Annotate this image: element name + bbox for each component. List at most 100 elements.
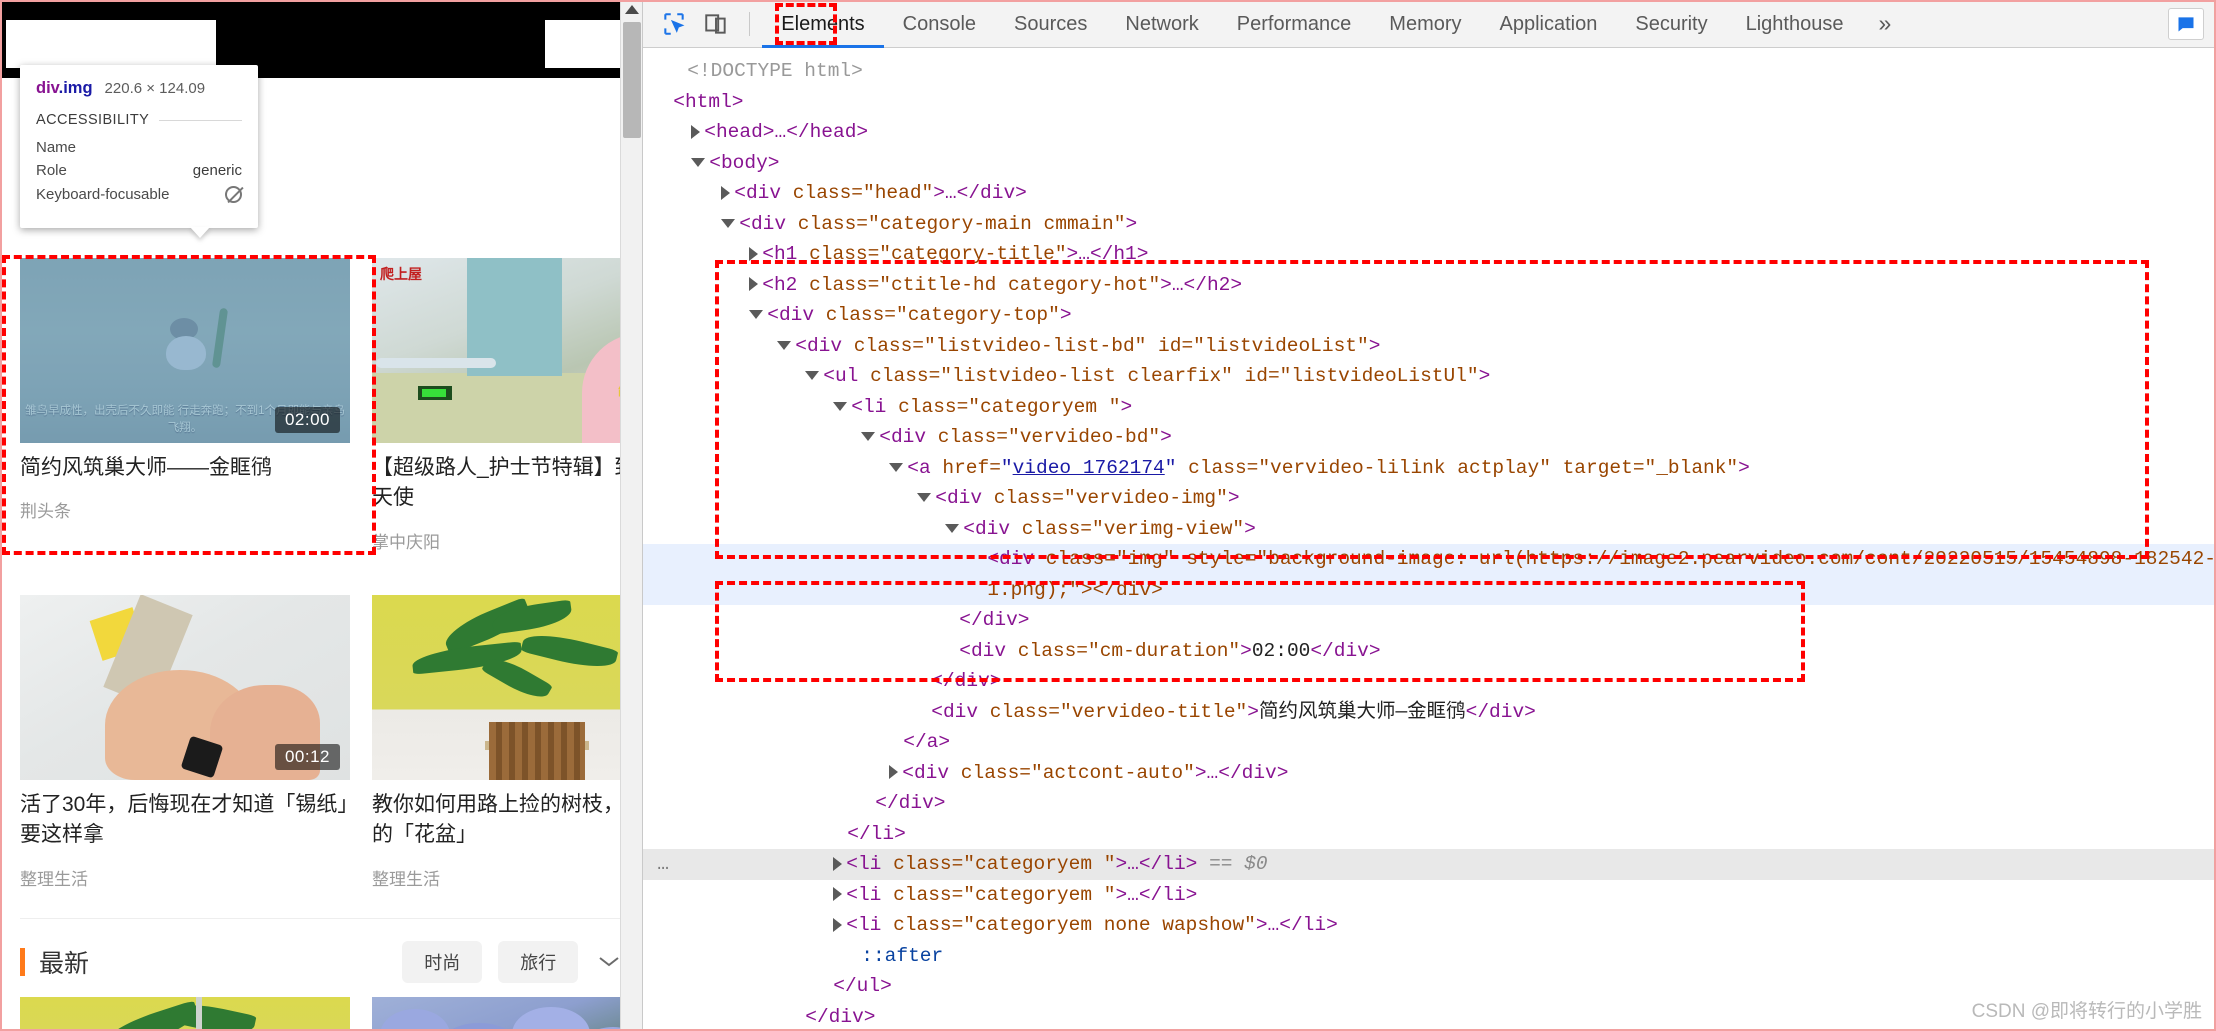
devtools-toolbar: Elements Console Sources Network Perform… xyxy=(643,0,2216,48)
video-source[interactable]: 整理生活 xyxy=(20,865,350,890)
video-card[interactable]: 爬上屋 能够事事 02:25 【超级路人_护士节特辑】致敬白衣天使 掌中庆阳 xyxy=(372,258,643,553)
video-card[interactable]: 00:12 活了30年，后悔现在才知道「锡纸」要这样拿 整理生活 xyxy=(20,594,350,890)
video-card[interactable]: 云旭 xyxy=(372,996,643,1031)
video-thumbnail[interactable]: 爬上屋 能够事事 02:25 xyxy=(372,258,643,443)
collapse-arrow-icon[interactable] xyxy=(721,218,736,228)
scrollbar-thumb[interactable] xyxy=(623,22,642,138)
collapse-arrow-icon[interactable] xyxy=(945,523,960,533)
video-thumbnail[interactable]: 00:25 xyxy=(372,594,643,780)
video-card[interactable]: 雏鸟早成性，出壳后不久即能 行走奔跑；不到1个月即能与亲鸟飞翔。 02:00 简… xyxy=(20,258,350,553)
page-scrollbar[interactable] xyxy=(620,0,643,1031)
video-source[interactable]: 掌中庆阳 xyxy=(372,528,642,553)
tab-console[interactable]: Console xyxy=(884,0,995,48)
tab-lighthouse[interactable]: Lighthouse xyxy=(1727,0,1863,48)
dom-line-close-anchor[interactable]: </a> xyxy=(643,727,2216,758)
dom-attr-vervideo-bd: class="vervideo-bd" xyxy=(937,426,1161,448)
tooltip-pointer xyxy=(190,227,210,238)
dom-line-doctype[interactable]: <!DOCTYPE html> xyxy=(643,56,2216,87)
tab-elements[interactable]: Elements xyxy=(762,0,883,48)
a11y-row-label: Keyboard-focusable xyxy=(36,185,170,203)
collapse-arrow-icon[interactable] xyxy=(917,493,932,503)
expand-arrow-icon[interactable] xyxy=(749,277,759,292)
collapse-arrow-icon[interactable] xyxy=(691,157,706,167)
inspect-element-icon[interactable] xyxy=(656,6,692,42)
tab-application[interactable]: Application xyxy=(1481,0,1617,48)
tab-sources[interactable]: Sources xyxy=(995,0,1106,48)
video-card[interactable] xyxy=(20,996,350,1031)
dom-line-li-2[interactable]: … <li class="categoryem ">…</li> == $0 xyxy=(643,849,2216,880)
device-toolbar-icon[interactable] xyxy=(698,6,734,42)
video-title[interactable]: 简约风筑巢大师——金眶鸻 xyxy=(20,453,350,483)
dom-ellipsis-icon: … xyxy=(657,853,671,875)
expand-arrow-icon[interactable] xyxy=(833,917,843,932)
dom-line-category-main[interactable]: <div class="category-main cmmain"> xyxy=(643,209,2216,240)
video-title[interactable]: 活了30年，后悔现在才知道「锡纸」要这样拿 xyxy=(20,790,350,851)
collapse-arrow-icon[interactable] xyxy=(889,462,904,472)
chevron-down-icon[interactable] xyxy=(596,949,622,975)
dom-line-img-selected[interactable]: <div class="img" style="background-image… xyxy=(643,544,2216,575)
dom-line-h1[interactable]: <h1 class="category-title">…</h1> xyxy=(643,239,2216,270)
message-icon[interactable] xyxy=(2168,7,2204,40)
dom-tree[interactable]: <!DOCTYPE html> <html> <head>…</head> <b… xyxy=(643,48,2216,1031)
dom-line-anchor[interactable]: <a href="video_1762174" class="vervideo-… xyxy=(643,453,2216,484)
tab-network[interactable]: Network xyxy=(1106,0,1217,48)
video-thumbnail[interactable]: 00:12 xyxy=(20,594,350,780)
dom-line-verimg-view[interactable]: <div class="verimg-view"> xyxy=(643,514,2216,545)
collapse-arrow-icon[interactable] xyxy=(805,371,820,381)
dom-line-close-li[interactable]: </li> xyxy=(643,819,2216,850)
video-title[interactable]: 【超级路人_护士节特辑】致敬白衣天使 xyxy=(372,453,642,514)
dom-line-li-3[interactable]: <li class="categoryem ">…</li> xyxy=(643,880,2216,911)
expand-arrow-icon[interactable] xyxy=(691,124,701,139)
video-thumbnail[interactable] xyxy=(20,996,350,1031)
dom-line-actcont-auto[interactable]: <div class="actcont-auto">…</div> xyxy=(643,758,2216,789)
expand-arrow-icon[interactable] xyxy=(721,185,731,200)
dom-line-close-vervideo-bd[interactable]: </div> xyxy=(643,788,2216,819)
video-title[interactable]: 教你如何用路上捡的树枝，做漂亮的「花盆」 xyxy=(372,790,642,851)
dom-anchor-href[interactable]: video_1762174 xyxy=(1013,457,1165,479)
site-logo-placeholder[interactable] xyxy=(6,20,216,68)
video-card[interactable]: 00:25 教你如何用路上捡的树枝，做漂亮的「花盆」 整理生活 xyxy=(372,594,643,890)
video-source[interactable]: 荆头条 xyxy=(20,497,350,522)
dom-line-li-4[interactable]: <li class="categoryem none wapshow">…</l… xyxy=(643,910,2216,941)
dom-line-body[interactable]: <body> xyxy=(643,148,2216,179)
dom-line-head-div[interactable]: <div class="head">…</div> xyxy=(643,178,2216,209)
tab-performance[interactable]: Performance xyxy=(1218,0,1371,48)
collapse-arrow-icon[interactable] xyxy=(777,340,792,350)
expand-arrow-icon[interactable] xyxy=(749,246,759,261)
video-source[interactable]: 整理生活 xyxy=(372,865,642,890)
dom-line-ul[interactable]: <ul class="listvideo-list clearfix" id="… xyxy=(643,361,2216,392)
expand-arrow-icon[interactable] xyxy=(833,856,843,871)
dom-line-close-vervideo-img[interactable]: </div> xyxy=(643,666,2216,697)
a11y-row-name: Name xyxy=(36,136,242,159)
section-accent-bar xyxy=(20,947,25,976)
dom-line-cm-duration[interactable]: <div class="cm-duration">02:00</div> xyxy=(643,636,2216,667)
dom-line-category-top[interactable]: <div class="category-top"> xyxy=(643,300,2216,331)
dom-line-vervideo-bd[interactable]: <div class="vervideo-bd"> xyxy=(643,422,2216,453)
dom-line-h2[interactable]: <h2 class="ctitle-hd category-hot">…</h2… xyxy=(643,270,2216,301)
dom-line-img-selected-cont[interactable]: 1.png);"></div> xyxy=(643,574,2216,605)
video-thumbnail[interactable]: 云旭 xyxy=(372,996,643,1031)
thumbnail-overlay-text: 爬上屋 xyxy=(380,266,422,282)
dom-line-listvideo-bd[interactable]: <div class="listvideo-list-bd" id="listv… xyxy=(643,331,2216,362)
dom-line-html[interactable]: <html> xyxy=(643,87,2216,118)
tab-security[interactable]: Security xyxy=(1616,0,1726,48)
dom-line-vervideo-img[interactable]: <div class="vervideo-img"> xyxy=(643,483,2216,514)
expand-arrow-icon[interactable] xyxy=(833,887,843,902)
more-tabs-button[interactable]: » xyxy=(1862,10,1907,37)
collapse-arrow-icon[interactable] xyxy=(749,310,764,320)
collapse-arrow-icon[interactable] xyxy=(861,432,876,442)
video-duration-badge: 00:12 xyxy=(274,743,340,770)
dom-attr-img-cont: 1.png);"></div> xyxy=(987,578,1163,601)
filter-chip-travel[interactable]: 旅行 xyxy=(498,940,579,983)
dom-line-close-verimg-view[interactable]: </div> xyxy=(643,605,2216,636)
dom-line-li-1[interactable]: <li class="categoryem "> xyxy=(643,392,2216,423)
tab-memory[interactable]: Memory xyxy=(1370,0,1480,48)
dom-line-after-pseudo[interactable]: ::after xyxy=(643,941,2216,972)
dom-line-head[interactable]: <head>…</head> xyxy=(643,117,2216,148)
scroll-up-arrow-icon[interactable] xyxy=(625,5,640,14)
expand-arrow-icon[interactable] xyxy=(889,765,899,780)
filter-chip-fashion[interactable]: 时尚 xyxy=(402,940,483,983)
dom-line-vervideo-title[interactable]: <div class="vervideo-title">简约风筑巢大师—金眶鸻<… xyxy=(643,697,2216,728)
video-thumbnail[interactable]: 雏鸟早成性，出壳后不久即能 行走奔跑；不到1个月即能与亲鸟飞翔。 02:00 xyxy=(20,258,350,443)
collapse-arrow-icon[interactable] xyxy=(833,401,848,411)
